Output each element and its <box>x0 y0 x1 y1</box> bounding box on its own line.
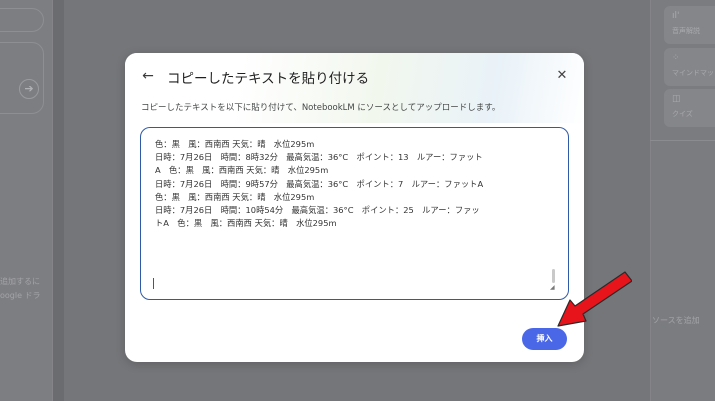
left-source-card <box>0 42 44 114</box>
mind-map-chip: ⁘ マインドマッ <box>664 48 715 86</box>
quiz-label: クイズ <box>672 110 693 118</box>
dialog-title: コピーしたテキストを貼り付ける <box>167 71 370 87</box>
left-hint-line-1: 追加するに <box>0 277 40 286</box>
back-arrow-icon[interactable]: ← <box>139 67 157 85</box>
left-search-field <box>0 8 44 32</box>
paste-text-input[interactable]: 色：黒 風：西南西 天気：晴 水位295m 日時：7月26日 時間：8時32分 … <box>140 127 569 300</box>
close-icon[interactable]: ✕ <box>553 67 571 85</box>
add-source-hint: ソースを追加 <box>652 316 700 325</box>
quiz-chip: ◫ クイズ <box>664 89 715 127</box>
mind-map-icon: ⁘ <box>672 53 680 63</box>
red-pointer-arrow-icon <box>557 271 632 327</box>
paste-text-dialog: ← コピーしたテキストを貼り付ける ✕ コピーしたテキストを以下に貼り付けて、N… <box>125 53 584 362</box>
quiz-icon: ◫ <box>672 94 681 104</box>
audio-overview-label: 音声解説 <box>672 27 700 35</box>
dialog-description: コピーしたテキストを以下に貼り付けて、NotebookLM にソースとしてアップ… <box>141 103 501 113</box>
left-hint-line-2: oogle ドラ <box>0 291 41 300</box>
arrow-right-icon: ➔ <box>19 79 39 99</box>
text-cursor <box>153 278 154 289</box>
left-panel-hint: 追加するに oogle ドラ <box>0 275 48 303</box>
mind-map-label: マインドマッ <box>672 69 714 77</box>
audio-overview-icon: ıl' <box>672 11 680 21</box>
right-panel-divider <box>650 140 715 141</box>
insert-button[interactable]: 挿入 <box>522 328 567 350</box>
pasted-text-content: 色：黒 風：西南西 天気：晴 水位295m 日時：7月26日 時間：8時32分 … <box>155 139 484 229</box>
audio-overview-chip: ıl' 音声解説 <box>664 6 715 44</box>
